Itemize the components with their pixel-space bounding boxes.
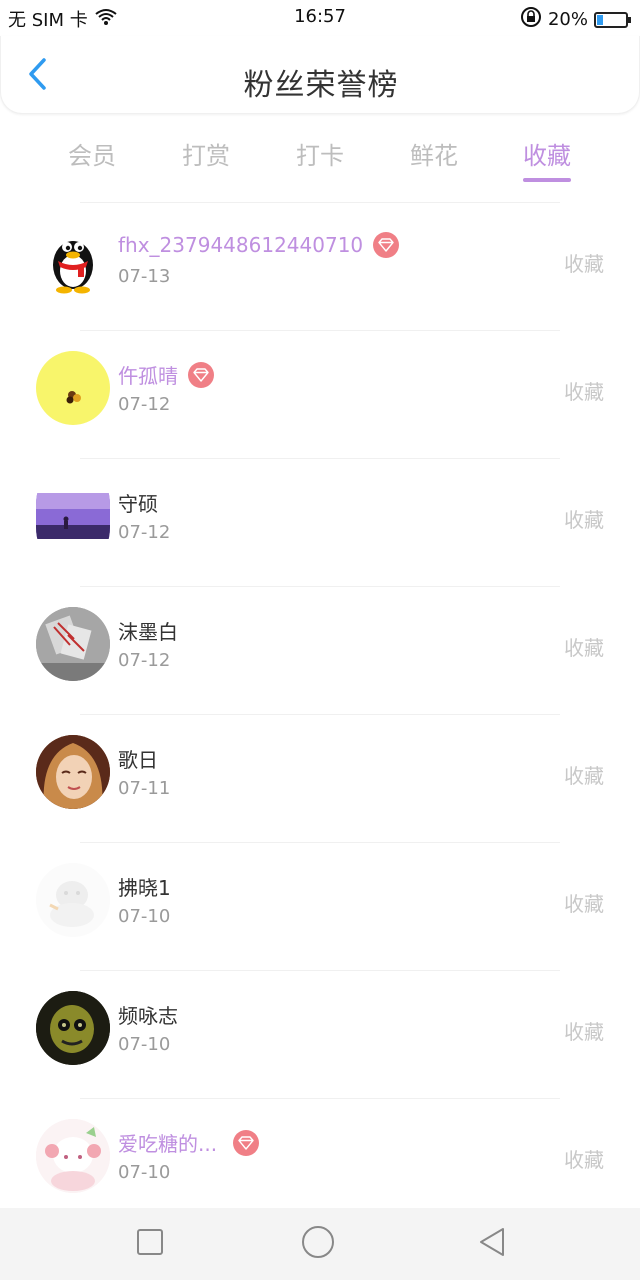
- avatar[interactable]: [36, 607, 110, 681]
- active-tab-indicator: [523, 178, 571, 182]
- status-right: 20%: [520, 6, 631, 33]
- fan-name[interactable]: 爱吃糖的...: [118, 1128, 217, 1157]
- home-icon: [301, 1225, 335, 1263]
- list-item[interactable]: 守硕 07-12 收藏: [0, 458, 640, 586]
- rotation-lock-icon: [520, 6, 542, 33]
- fan-date: 07-13: [118, 266, 171, 287]
- home-button[interactable]: [300, 1226, 336, 1262]
- system-back-button[interactable]: [474, 1226, 510, 1262]
- fan-name[interactable]: 沫墨白: [118, 616, 178, 645]
- tab-flowers[interactable]: 鲜花: [384, 136, 484, 171]
- battery-fill: [597, 14, 603, 25]
- system-nav-bar: [0, 1208, 640, 1280]
- tab-bar: 会员 打赏 打卡 鲜花 收藏: [0, 128, 640, 184]
- action-label: 收藏: [564, 380, 604, 404]
- diamond-badge-icon: [188, 361, 214, 388]
- fan-name[interactable]: fhx_2379448612440710: [118, 233, 363, 257]
- fan-date: 07-11: [118, 778, 171, 799]
- avatar[interactable]: [36, 1119, 110, 1193]
- fan-name[interactable]: 频咏志: [118, 1000, 178, 1029]
- list-item[interactable]: 仵孤晴 07-12 收藏: [0, 330, 640, 458]
- avatar[interactable]: [36, 735, 110, 809]
- name-line: 拂晓1: [118, 872, 171, 901]
- name-line: 爱吃糖的...: [118, 1128, 260, 1157]
- name-line: 守硕: [118, 488, 158, 517]
- back-triangle-icon: [477, 1226, 507, 1262]
- status-bar: 无 SIM 卡 16:57 20%: [0, 0, 640, 36]
- battery-icon: [594, 11, 631, 28]
- avatar[interactable]: [36, 991, 110, 1065]
- fan-date: 07-12: [118, 394, 171, 415]
- action-label: 收藏: [564, 892, 604, 916]
- action-label: 收藏: [564, 252, 604, 276]
- fan-name[interactable]: 守硕: [118, 488, 158, 517]
- tab-member[interactable]: 会员: [42, 136, 142, 171]
- name-line: 频咏志: [118, 1000, 178, 1029]
- action-label: 收藏: [564, 508, 604, 532]
- fan-list: fhx_2379448612440710 07-13 收藏 仵孤晴 07-12 …: [0, 202, 640, 1226]
- name-line: 歌日: [118, 744, 158, 773]
- tab-checkin[interactable]: 打卡: [270, 136, 370, 171]
- battery-percent: 20%: [547, 9, 588, 30]
- page-title: 粉丝荣誉榜: [243, 68, 399, 103]
- recent-apps-icon: [136, 1228, 164, 1260]
- name-line: 仵孤晴: [118, 360, 214, 389]
- fan-date: 07-10: [118, 1034, 171, 1055]
- recent-apps-button[interactable]: [132, 1226, 168, 1262]
- action-label: 收藏: [564, 1148, 604, 1172]
- diamond-badge-icon: [233, 1129, 260, 1156]
- avatar[interactable]: [36, 223, 110, 297]
- fan-name[interactable]: 歌日: [118, 744, 158, 773]
- list-item[interactable]: 沫墨白 07-12 收藏: [0, 586, 640, 714]
- list-item[interactable]: fhx_2379448612440710 07-13 收藏: [0, 202, 640, 330]
- avatar[interactable]: [36, 479, 110, 553]
- fan-date: 07-10: [118, 1162, 171, 1183]
- fan-name[interactable]: 仵孤晴: [118, 360, 178, 389]
- name-line: 沫墨白: [118, 616, 178, 645]
- tab-tip[interactable]: 打赏: [156, 136, 256, 171]
- app-header: 粉丝荣誉榜: [0, 36, 640, 114]
- diamond-badge-icon: [373, 232, 400, 258]
- name-line: fhx_2379448612440710: [118, 232, 400, 258]
- list-item[interactable]: 拂晓1 07-10 收藏: [0, 842, 640, 970]
- action-label: 收藏: [564, 636, 604, 660]
- fan-name[interactable]: 拂晓1: [118, 872, 171, 901]
- avatar[interactable]: [36, 351, 110, 425]
- avatar[interactable]: [36, 863, 110, 937]
- fan-date: 07-10: [118, 906, 171, 927]
- action-label: 收藏: [564, 1020, 604, 1044]
- fan-date: 07-12: [118, 650, 171, 671]
- fan-date: 07-12: [118, 522, 171, 543]
- tab-favorites[interactable]: 收藏: [497, 136, 597, 171]
- list-item[interactable]: 爱吃糖的... 07-10 收藏: [0, 1098, 640, 1226]
- action-label: 收藏: [564, 764, 604, 788]
- list-item[interactable]: 频咏志 07-10 收藏: [0, 970, 640, 1098]
- list-item[interactable]: 歌日 07-11 收藏: [0, 714, 640, 842]
